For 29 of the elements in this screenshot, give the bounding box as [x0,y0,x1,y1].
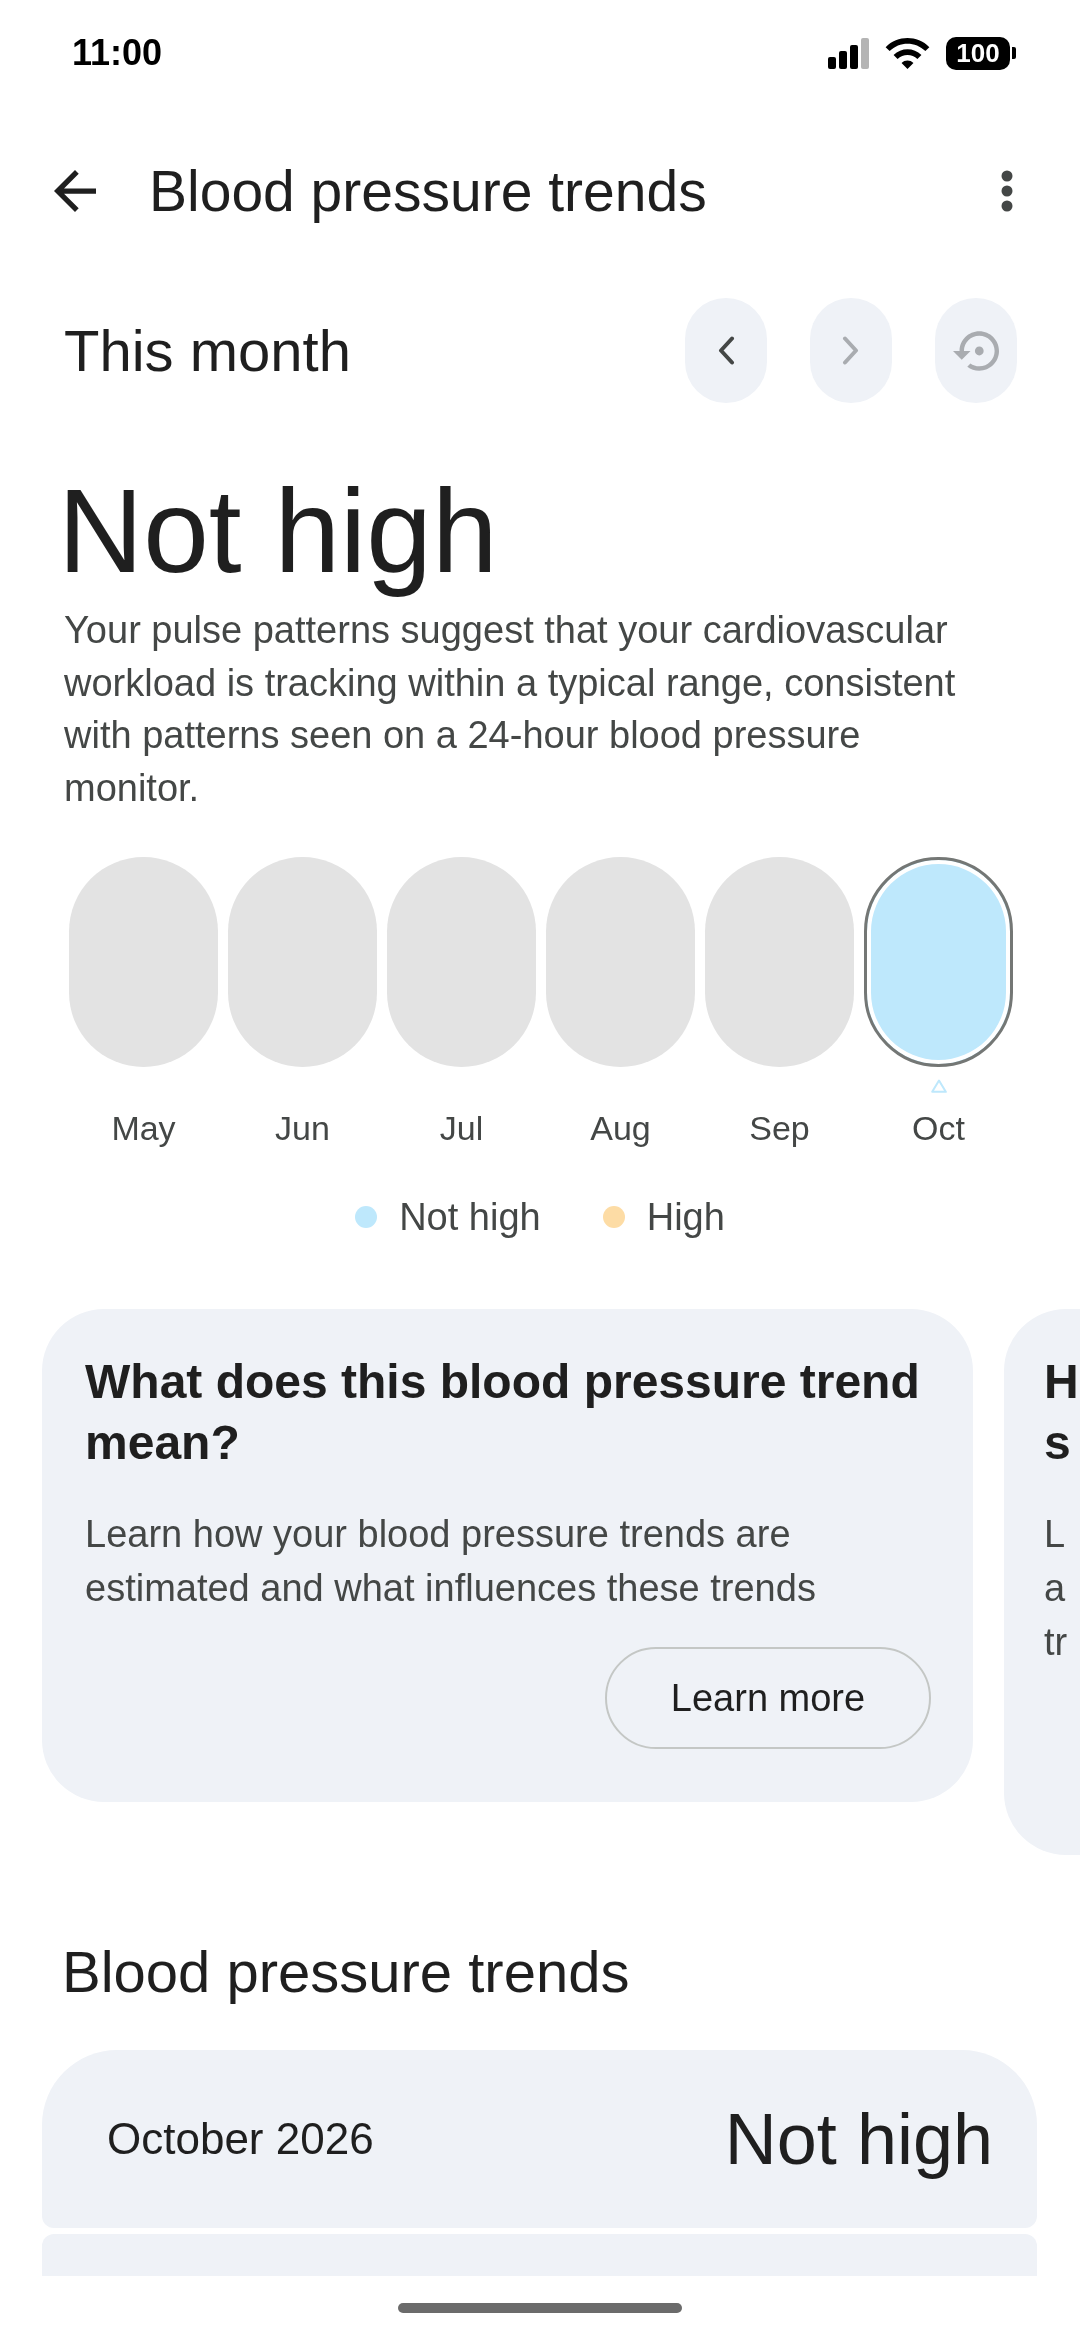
learn-more-button[interactable]: Learn more [605,1647,931,1749]
month-label: Sep [749,1108,810,1148]
result-title: Not high [57,466,499,596]
page-title: Blood pressure trends [149,158,708,225]
home-indicator[interactable] [398,2303,682,2313]
card-title: What does this blood pressure trend mean? [85,1354,921,1471]
more-icon[interactable] [1001,170,1013,212]
month-label: Oct [912,1108,965,1148]
card-body: Learn how your blood pressure trends are estimated and what influences these trends [85,1512,817,1611]
card-body: L a tr [1044,1512,1068,1665]
trend-row[interactable]: October 2026 Not high [42,2050,1037,2228]
wifi-icon [885,37,930,69]
selection-marker-icon [930,1079,947,1093]
month-label: Aug [590,1108,651,1148]
period-label: This month [64,316,352,385]
description-text: Your pulse patterns suggest that your cardiovascular workload is tracking within a typical range, consistent with patterns seen on a 24-hour blood pressure monitor. [63,608,957,811]
signal-icon [828,37,869,69]
card-title: H s [1044,1354,1079,1471]
back-arrow-icon[interactable] [54,170,96,212]
legend-label: Not high [399,1195,541,1240]
legend-label: High [646,1195,725,1240]
section-title: Blood pressure trends [61,1938,631,2006]
status-time: 11:00 [72,32,163,74]
month-label: Jul [439,1108,484,1148]
trend-period: October 2026 [107,2113,374,2165]
month-label: May [111,1108,176,1148]
battery-indicator: 100 [946,36,1016,70]
month-label: Jun [275,1108,330,1148]
trend-result: Not high [724,2098,993,2181]
